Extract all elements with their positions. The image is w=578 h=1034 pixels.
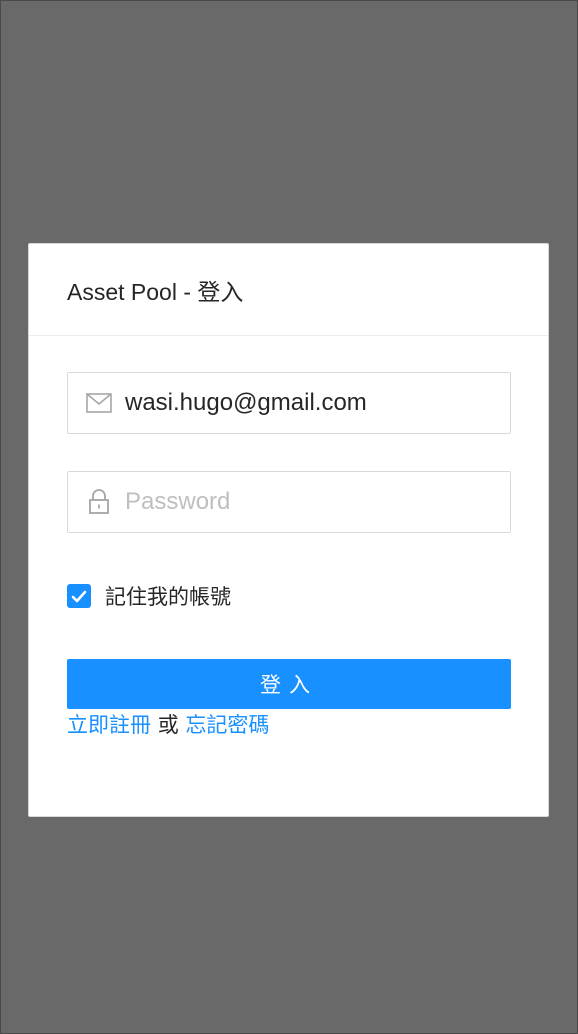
email-field[interactable]: [67, 372, 511, 434]
email-input[interactable]: [125, 389, 495, 417]
card-header: Asset Pool - 登入: [29, 244, 548, 336]
register-link[interactable]: 立即註冊: [67, 713, 151, 737]
remember-me[interactable]: 記住我的帳號: [67, 583, 510, 609]
lock-icon: [86, 489, 112, 515]
links-separator: 或: [157, 713, 186, 737]
auth-links: 立即註冊 或 忘記密碼: [67, 712, 510, 738]
password-input[interactable]: [125, 488, 495, 516]
login-card: Asset Pool - 登入 wasi.hugo@gmail.com 記住我的…: [28, 243, 549, 817]
page-title: Asset Pool - 登入: [67, 278, 244, 305]
remember-label: 記住我的帳號: [105, 585, 231, 609]
check-icon: [71, 590, 87, 602]
forgot-password-link[interactable]: 忘記密碼: [185, 713, 269, 737]
remember-checkbox[interactable]: [67, 584, 91, 608]
login-form: 記住我的帳號 登入 立即註冊 或 忘記密碼: [29, 336, 548, 738]
password-field[interactable]: [67, 471, 511, 533]
login-button[interactable]: 登入: [67, 659, 511, 709]
mail-icon: [86, 390, 112, 416]
